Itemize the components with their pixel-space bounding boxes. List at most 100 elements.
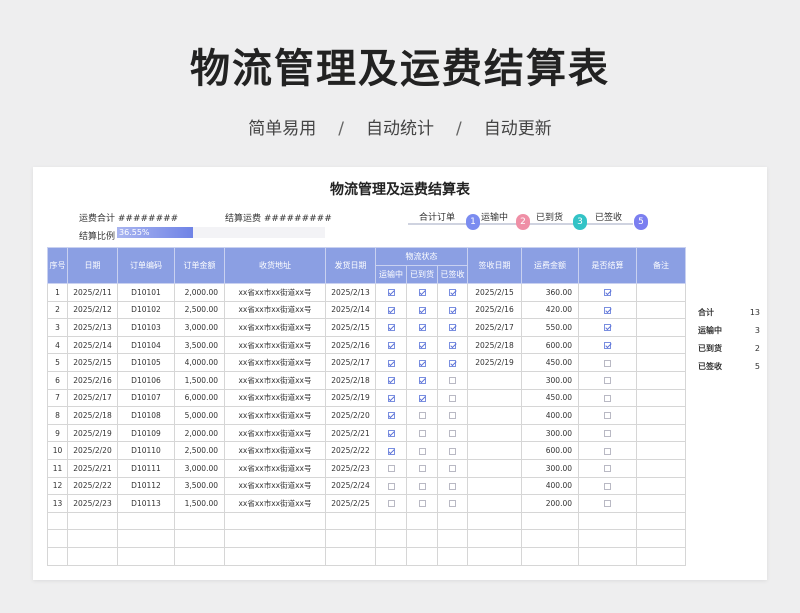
checkbox[interactable]: [604, 324, 611, 332]
cell-date: [67, 546, 118, 566]
cell-addr: xx省xx市xx街道xx号: [224, 388, 326, 408]
checkbox[interactable]: [418, 342, 426, 350]
cell-remark[interactable]: [636, 423, 686, 443]
cell-ship: 2025/2/24: [325, 476, 376, 496]
checkbox[interactable]: [449, 412, 456, 420]
cell-no: 9: [47, 423, 68, 443]
checkbox[interactable]: [418, 289, 426, 297]
flow-step-3-circle: 3: [573, 214, 587, 230]
cell-remark[interactable]: [636, 300, 686, 320]
checkbox[interactable]: [449, 482, 456, 490]
cell-remark[interactable]: [636, 458, 686, 478]
checkbox[interactable]: [418, 359, 426, 367]
checkbox[interactable]: [449, 342, 456, 350]
checkbox[interactable]: [604, 430, 611, 438]
cell-remark[interactable]: [636, 511, 686, 531]
checkbox[interactable]: [387, 306, 395, 314]
sheet-title: 物流管理及运费结算表: [330, 182, 470, 198]
stat-row-transit: 运输中 3: [698, 322, 760, 340]
cell-remark[interactable]: [636, 370, 686, 390]
cell-code: D10101: [117, 283, 175, 302]
checkbox[interactable]: [387, 447, 395, 455]
cell-date: 2025/2/12: [67, 300, 118, 320]
cell-remark[interactable]: [636, 388, 686, 408]
cell-s3: [437, 476, 468, 496]
checkbox[interactable]: [418, 306, 426, 314]
cell-no: 4: [47, 335, 68, 355]
checkbox[interactable]: [387, 430, 395, 438]
checkbox[interactable]: [604, 342, 611, 350]
cell-remark[interactable]: [636, 494, 686, 513]
checkbox[interactable]: [604, 500, 611, 508]
flow-label-arrived: 已到货: [536, 213, 564, 223]
checkbox[interactable]: [449, 447, 456, 455]
cell-s3: [437, 300, 468, 320]
checkbox[interactable]: [418, 324, 426, 332]
checkbox[interactable]: [449, 289, 456, 297]
cell-remark[interactable]: [636, 283, 686, 302]
checkbox[interactable]: [418, 377, 426, 385]
cell-ship: 2025/2/25: [325, 494, 376, 513]
cell-date: 2025/2/18: [67, 406, 118, 425]
checkbox[interactable]: [387, 324, 395, 332]
settled-freight: 结算运费 #########: [225, 211, 332, 224]
checkbox[interactable]: [418, 394, 426, 402]
checkbox[interactable]: [418, 500, 426, 508]
cell-s2: [406, 388, 438, 408]
checkbox[interactable]: [387, 377, 395, 385]
cell-remark[interactable]: [636, 529, 686, 548]
cell-s1: [375, 370, 407, 390]
cell-s3: [437, 494, 468, 513]
freight-total-value: ########: [117, 214, 179, 224]
checkbox[interactable]: [449, 306, 456, 314]
checkbox[interactable]: [387, 412, 395, 420]
page-subtitle: 简单易用 / 自动统计 / 自动更新: [0, 114, 800, 139]
checkbox[interactable]: [604, 359, 611, 367]
checkbox[interactable]: [418, 447, 426, 455]
checkbox[interactable]: [604, 377, 611, 385]
checkbox[interactable]: [604, 465, 611, 473]
stat-label: 已到货: [698, 344, 722, 353]
checkbox[interactable]: [387, 500, 395, 508]
checkbox[interactable]: [387, 289, 395, 297]
checkbox[interactable]: [449, 465, 456, 473]
subtitle-item: 自动更新: [483, 119, 552, 139]
checkbox[interactable]: [418, 430, 426, 438]
cell-date: 2025/2/13: [67, 318, 118, 337]
checkbox[interactable]: [449, 377, 456, 385]
cell-settled: [578, 494, 637, 513]
checkbox[interactable]: [449, 394, 456, 402]
checkbox[interactable]: [604, 306, 611, 314]
checkbox[interactable]: [604, 412, 611, 420]
cell-s2: [406, 353, 438, 372]
cell-remark[interactable]: [636, 476, 686, 496]
checkbox[interactable]: [387, 359, 395, 367]
cell-remark[interactable]: [636, 353, 686, 372]
checkbox[interactable]: [604, 289, 611, 297]
checkbox[interactable]: [604, 447, 611, 455]
checkbox[interactable]: [449, 500, 456, 508]
checkbox[interactable]: [387, 342, 395, 350]
cell-remark[interactable]: [636, 441, 686, 460]
cell-remark[interactable]: [636, 335, 686, 355]
cell-ship: 2025/2/19: [325, 388, 376, 408]
checkbox[interactable]: [449, 430, 456, 438]
checkbox[interactable]: [604, 482, 611, 490]
checkbox[interactable]: [387, 465, 395, 473]
cell-code: D10113: [117, 494, 175, 513]
checkbox[interactable]: [449, 359, 456, 367]
cell-fee: 600.00: [521, 335, 579, 355]
checkbox[interactable]: [387, 394, 395, 402]
cell-amount: 2,000.00: [174, 283, 225, 302]
checkbox[interactable]: [387, 482, 395, 490]
cell-remark[interactable]: [636, 546, 686, 566]
checkbox[interactable]: [418, 412, 426, 420]
cell-remark[interactable]: [636, 318, 686, 337]
cell-code: D10104: [117, 335, 175, 355]
checkbox[interactable]: [418, 465, 426, 473]
checkbox[interactable]: [449, 324, 456, 332]
checkbox[interactable]: [418, 482, 426, 490]
cell-remark[interactable]: [636, 406, 686, 425]
checkbox[interactable]: [604, 394, 611, 402]
cell-no: 6: [47, 370, 68, 390]
